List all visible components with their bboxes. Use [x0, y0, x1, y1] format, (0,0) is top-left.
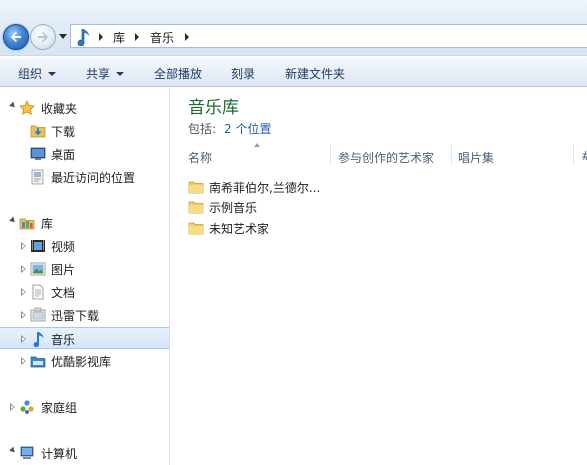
videos-icon [31, 240, 45, 252]
sidebar-item-label: 下载 [51, 125, 76, 139]
organize-label: 组织 [18, 67, 43, 81]
column-header-track-number[interactable]: # [581, 144, 587, 168]
sidebar-group-label: 计算机 [41, 447, 78, 461]
thunder-download-icon [30, 307, 46, 322]
sidebar-item-label: 迅雷下载 [51, 309, 100, 323]
recent-places-icon [31, 169, 44, 185]
library-title: 音乐库 [188, 98, 239, 118]
folder-icon [188, 222, 204, 235]
download-folder-icon [30, 125, 46, 138]
sidebar-item-label: 最近访问的位置 [51, 171, 136, 185]
column-header-name[interactable]: 名称 [188, 144, 212, 168]
file-name: 未知艺术家 [209, 222, 270, 236]
locations-link[interactable]: 2 个位置 [224, 122, 271, 136]
folder-icon [188, 181, 204, 194]
star-icon [19, 100, 35, 116]
sidebar-item-documents[interactable]: 文档 [0, 281, 169, 303]
breadcrumb-separator-icon[interactable] [185, 33, 189, 41]
sidebar-group-homegroup[interactable]: 家庭组 [0, 396, 169, 418]
arrow-right-icon [38, 31, 49, 43]
sidebar-item-recent-places[interactable]: 最近访问的位置 [0, 166, 169, 188]
sidebar-item-music[interactable]: 音乐 [0, 327, 169, 349]
organize-menu[interactable]: 组织 [18, 65, 57, 82]
forward-button[interactable] [30, 24, 56, 50]
breadcrumb-separator-icon[interactable] [99, 33, 103, 41]
sidebar-item-label: 音乐 [51, 333, 76, 347]
chevron-down-icon [116, 72, 125, 76]
includes-label: 包括: [188, 122, 217, 136]
chevron-down-icon [48, 72, 57, 76]
music-note-icon [77, 29, 89, 46]
expand-open-icon[interactable] [9, 101, 17, 110]
list-item[interactable]: 示例音乐 [188, 197, 568, 217]
burn-button[interactable]: 刻录 [231, 65, 255, 82]
back-button[interactable] [3, 24, 29, 50]
sidebar-group-computer[interactable]: 计算机 [0, 442, 169, 464]
expand-closed-icon[interactable] [21, 288, 27, 296]
sidebar-item-label: 文档 [51, 286, 76, 300]
expand-open-icon[interactable] [9, 216, 17, 225]
column-headers: 名称 参与创作的艺术家 唱片集 # [171, 144, 587, 168]
command-bar: 组织 共享 全部播放 刻录 新建文件夹 [0, 57, 587, 87]
breadcrumb-libraries[interactable]: 库 [113, 29, 125, 46]
homegroup-icon [20, 400, 34, 414]
sidebar-item-label: 桌面 [51, 148, 76, 162]
play-all-button[interactable]: 全部播放 [154, 65, 202, 82]
music-icon [33, 332, 44, 347]
sidebar-group-libraries[interactable]: 库 [0, 212, 169, 234]
youku-library-icon [30, 356, 46, 368]
expand-closed-icon[interactable] [21, 265, 27, 273]
expand-closed-icon[interactable] [21, 242, 27, 250]
navigation-pane: 收藏夹 下载 桌面 最近访问的位置 库 视频 图片 文档 迅雷下载 音乐 优酷影… [0, 88, 170, 465]
desktop-icon [30, 147, 46, 160]
sidebar-item-pictures[interactable]: 图片 [0, 258, 169, 280]
expand-open-icon[interactable] [9, 446, 17, 455]
sidebar-item-youku-library[interactable]: 优酷影视库 [0, 350, 169, 372]
recent-pages-dropdown[interactable] [59, 34, 67, 39]
sidebar-group-label: 家庭组 [41, 401, 78, 415]
library-icon [19, 218, 35, 230]
list-item[interactable]: 未知艺术家 [188, 218, 568, 238]
column-header-album[interactable]: 唱片集 [458, 144, 494, 168]
address-toolbar: 库 音乐 [0, 0, 587, 56]
folder-icon [188, 201, 204, 214]
new-folder-button[interactable]: 新建文件夹 [285, 65, 345, 82]
library-content-pane: 音乐库 包括: 2 个位置 名称 参与创作的艺术家 唱片集 # 南希菲伯尔,兰德尔… [171, 88, 587, 465]
expand-closed-icon[interactable] [21, 311, 27, 319]
column-header-artists[interactable]: 参与创作的艺术家 [338, 144, 434, 168]
file-name: 示例音乐 [209, 201, 258, 215]
sidebar-group-favorites[interactable]: 收藏夹 [0, 97, 169, 119]
sidebar-group-label: 收藏夹 [41, 102, 78, 116]
column-divider[interactable] [573, 144, 574, 166]
breadcrumb-music[interactable]: 音乐 [150, 29, 174, 46]
column-divider[interactable] [330, 144, 331, 166]
sidebar-item-label: 视频 [51, 240, 76, 254]
expand-closed-icon[interactable] [10, 403, 16, 411]
share-label: 共享 [86, 67, 111, 81]
sidebar-item-thunder-downloads[interactable]: 迅雷下载 [0, 304, 169, 326]
sidebar-item-downloads[interactable]: 下载 [0, 120, 169, 142]
arrow-left-icon [10, 31, 21, 43]
breadcrumb-separator-icon[interactable] [135, 33, 139, 41]
expand-closed-icon[interactable] [21, 357, 27, 365]
column-divider[interactable] [451, 144, 452, 166]
address-bar[interactable]: 库 音乐 [70, 24, 587, 48]
pictures-icon [30, 262, 46, 276]
library-includes: 包括: 2 个位置 [188, 120, 272, 137]
sidebar-item-videos[interactable]: 视频 [0, 235, 169, 257]
share-menu[interactable]: 共享 [86, 65, 125, 82]
sidebar-item-label: 优酷影视库 [51, 355, 112, 369]
expand-closed-icon[interactable] [21, 335, 27, 343]
computer-icon [20, 446, 34, 459]
sidebar-item-desktop[interactable]: 桌面 [0, 143, 169, 165]
sidebar-item-label: 图片 [51, 263, 76, 277]
list-item[interactable]: 南希菲伯尔,兰德尔... [188, 177, 568, 197]
file-name: 南希菲伯尔,兰德尔... [209, 181, 321, 195]
sidebar-group-label: 库 [41, 217, 54, 231]
documents-icon [32, 284, 44, 300]
